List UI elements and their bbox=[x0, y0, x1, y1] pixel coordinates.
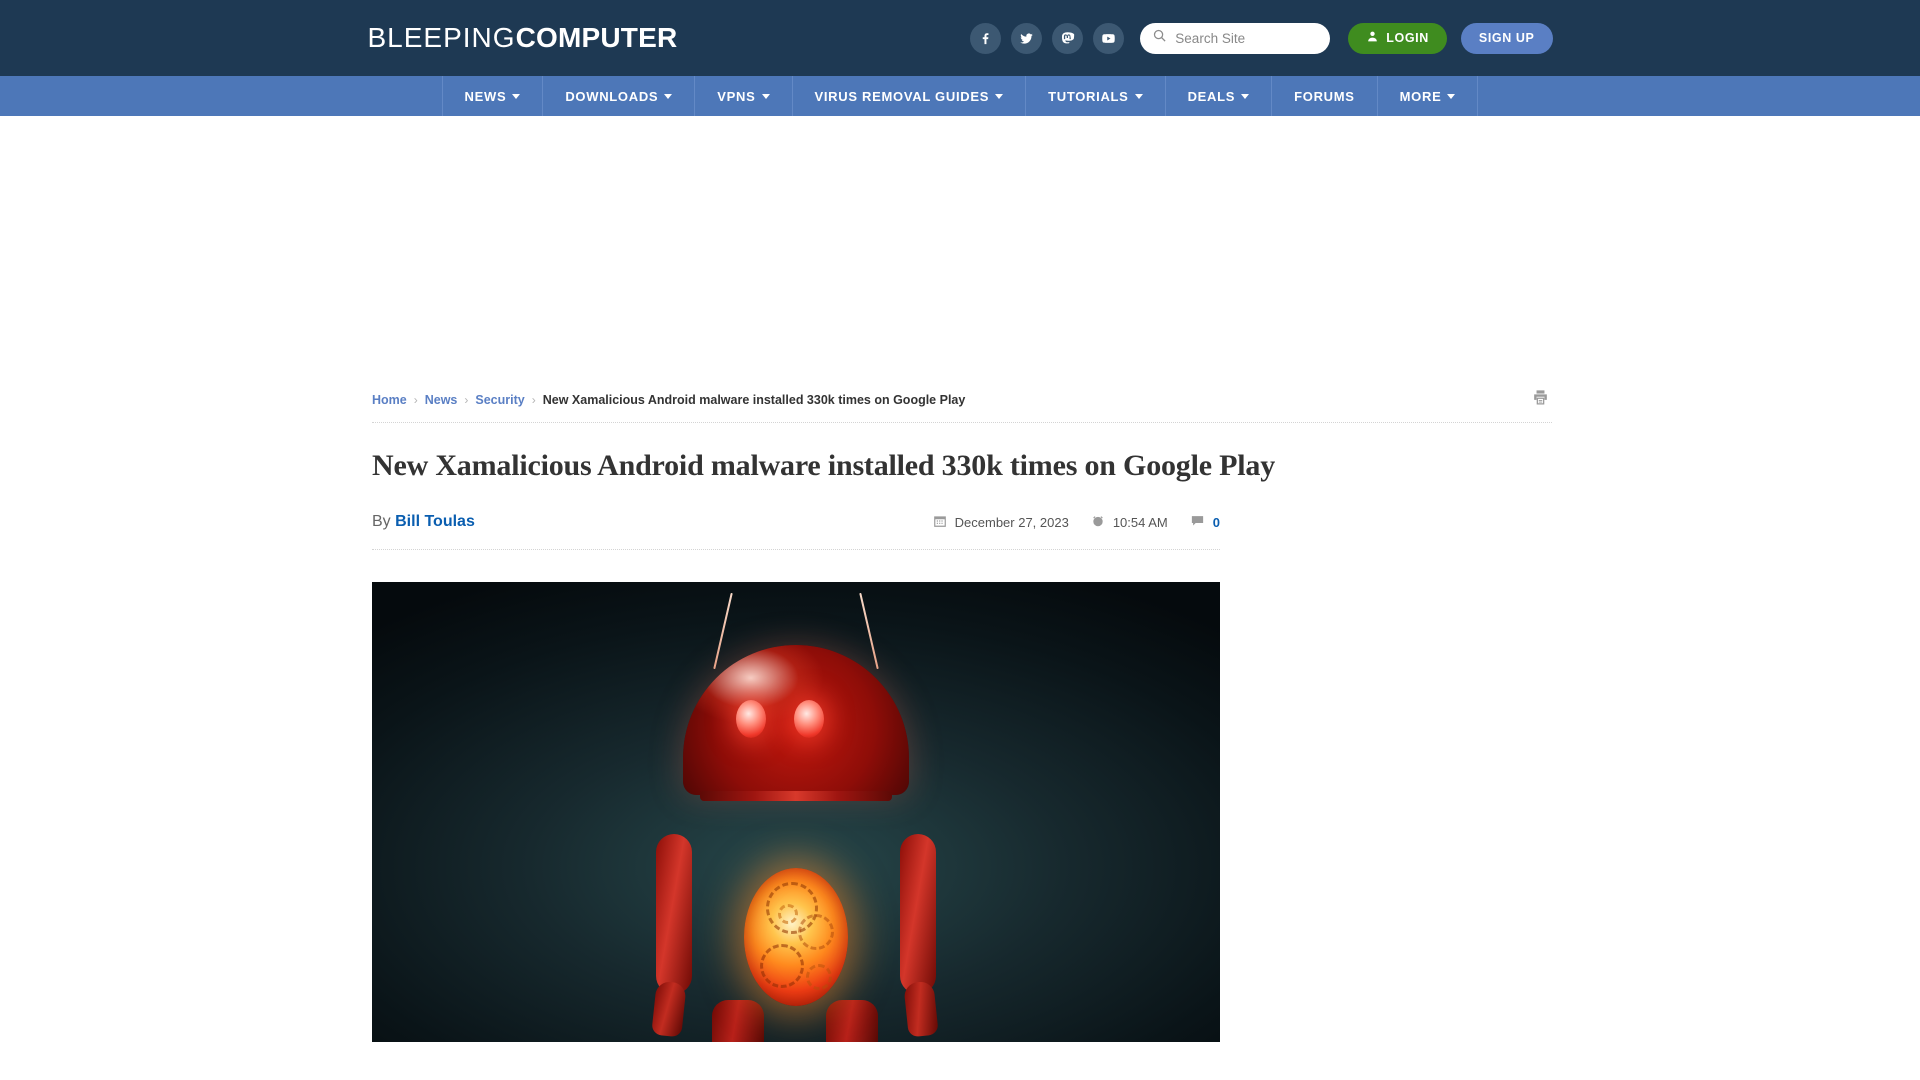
chevron-down-icon bbox=[664, 93, 673, 99]
site-header: BLEEPINGCOMPUTER Search Site LOGIN SIGN … bbox=[0, 0, 1920, 76]
nav-item-more[interactable]: MORE bbox=[1378, 76, 1479, 116]
robot-hand-right bbox=[903, 980, 939, 1038]
nav-item-label: DEALS bbox=[1187, 88, 1236, 104]
publish-date-label: December 27, 2023 bbox=[954, 514, 1069, 530]
breadcrumb: Home › News › Security › New Xamalicious… bbox=[372, 393, 965, 407]
chevron-down-icon bbox=[1134, 93, 1143, 99]
publish-date: December 27, 2023 bbox=[933, 514, 1069, 531]
social-links bbox=[970, 22, 1125, 54]
nav-item-label: DOWNLOADS bbox=[565, 88, 659, 104]
login-button[interactable]: LOGIN bbox=[1348, 22, 1447, 54]
gear-icon bbox=[806, 964, 832, 990]
print-icon[interactable] bbox=[1531, 388, 1550, 412]
android-robot-illustration bbox=[596, 582, 996, 1042]
comments-link[interactable]: 0 bbox=[1190, 513, 1220, 531]
nav-item-vpns[interactable]: VPNS bbox=[695, 76, 793, 116]
robot-arm-left bbox=[656, 834, 692, 994]
article-meta-items: December 27, 2023 10:54 AM 0 bbox=[933, 513, 1220, 531]
breadcrumb-item-security[interactable]: Security bbox=[475, 393, 524, 407]
calendar-icon bbox=[933, 514, 947, 531]
nav-item-label: VIRUS REMOVAL GUIDES bbox=[814, 88, 990, 104]
robot-eye-right bbox=[794, 700, 824, 738]
article-title: New Xamalicious Android malware installe… bbox=[372, 449, 1276, 482]
article-content: Home › News › Security › New Xamalicious… bbox=[370, 378, 1552, 1042]
login-button-label: LOGIN bbox=[1386, 31, 1429, 45]
youtube-icon[interactable] bbox=[1093, 22, 1125, 54]
breadcrumb-separator-icon: › bbox=[464, 393, 469, 407]
chevron-down-icon bbox=[1241, 93, 1250, 99]
nav-item-virus-removal-guides[interactable]: VIRUS REMOVAL GUIDES bbox=[793, 76, 1027, 116]
nav-item-forums[interactable]: FORUMS bbox=[1272, 76, 1378, 116]
search-icon bbox=[1152, 28, 1167, 48]
breadcrumb-row: Home › News › Security › New Xamalicious… bbox=[372, 378, 1550, 422]
user-icon bbox=[1366, 30, 1379, 46]
breadcrumb-separator-icon: › bbox=[413, 393, 418, 407]
chevron-down-icon bbox=[761, 93, 770, 99]
advertisement-slot bbox=[0, 116, 1920, 378]
chevron-down-icon bbox=[512, 93, 521, 99]
robot-antenna-right bbox=[859, 592, 879, 670]
author-link[interactable]: Bill Toulas bbox=[395, 513, 475, 530]
robot-hand-left bbox=[651, 980, 687, 1038]
search-box[interactable] bbox=[1140, 22, 1331, 54]
signup-button-label: SIGN UP bbox=[1478, 31, 1535, 45]
byline: By Bill Toulas bbox=[372, 513, 475, 531]
chevron-down-icon bbox=[1447, 93, 1456, 99]
gear-icon bbox=[778, 904, 798, 924]
nav-item-tutorials[interactable]: TUTORIALS bbox=[1026, 76, 1166, 116]
nav-item-label: NEWS bbox=[464, 88, 507, 104]
comment-icon bbox=[1190, 513, 1205, 531]
article-hero-image bbox=[372, 582, 1220, 1042]
nav-item-label: TUTORIALS bbox=[1048, 88, 1129, 104]
robot-antenna-left bbox=[713, 592, 733, 670]
search-input[interactable] bbox=[1175, 30, 1321, 46]
publish-time-label: 10:54 AM bbox=[1112, 514, 1168, 530]
robot-eye-left bbox=[736, 700, 766, 738]
gear-icon bbox=[798, 914, 834, 950]
main-navigation: NEWS DOWNLOADS VPNS VIRUS REMOVAL GUIDES… bbox=[0, 76, 1920, 116]
chevron-down-icon bbox=[995, 93, 1004, 99]
logo-text-bleeping: BLEEPING bbox=[367, 22, 516, 53]
breadcrumb-item-news[interactable]: News bbox=[425, 393, 458, 407]
publish-time: 10:54 AM bbox=[1091, 514, 1168, 531]
nav-item-deals[interactable]: DEALS bbox=[1166, 76, 1273, 116]
logo-text-computer: COMPUTER bbox=[515, 22, 678, 53]
mastodon-icon[interactable] bbox=[1052, 22, 1084, 54]
byline-prefix: By bbox=[372, 513, 391, 530]
nav-item-label: FORUMS bbox=[1294, 88, 1355, 104]
breadcrumb-item-current: New Xamalicious Android malware installe… bbox=[542, 393, 966, 407]
nav-item-downloads[interactable]: DOWNLOADS bbox=[543, 76, 696, 116]
robot-chest-gears bbox=[744, 868, 848, 1006]
robot-arm-right bbox=[900, 834, 936, 994]
twitter-icon[interactable] bbox=[1011, 22, 1043, 54]
nav-items-container: NEWS DOWNLOADS VPNS VIRUS REMOVAL GUIDES… bbox=[441, 76, 1479, 116]
byline-divider bbox=[372, 549, 1220, 550]
signup-button[interactable]: SIGN UP bbox=[1460, 22, 1553, 54]
gear-icon bbox=[760, 944, 804, 988]
nav-item-label: MORE bbox=[1399, 88, 1442, 104]
nav-item-news[interactable]: NEWS bbox=[443, 76, 544, 116]
breadcrumb-separator-icon: › bbox=[531, 393, 536, 407]
breadcrumb-item-home[interactable]: Home bbox=[372, 393, 407, 407]
site-logo[interactable]: BLEEPINGCOMPUTER bbox=[368, 22, 678, 54]
nav-item-label: VPNS bbox=[717, 88, 756, 104]
comment-count-label: 0 bbox=[1212, 514, 1220, 530]
facebook-icon[interactable] bbox=[970, 22, 1002, 54]
clock-icon bbox=[1091, 514, 1105, 531]
breadcrumb-divider bbox=[372, 422, 1552, 423]
article-meta-row: By Bill Toulas December 27, 2023 10:54 A… bbox=[372, 513, 1220, 549]
